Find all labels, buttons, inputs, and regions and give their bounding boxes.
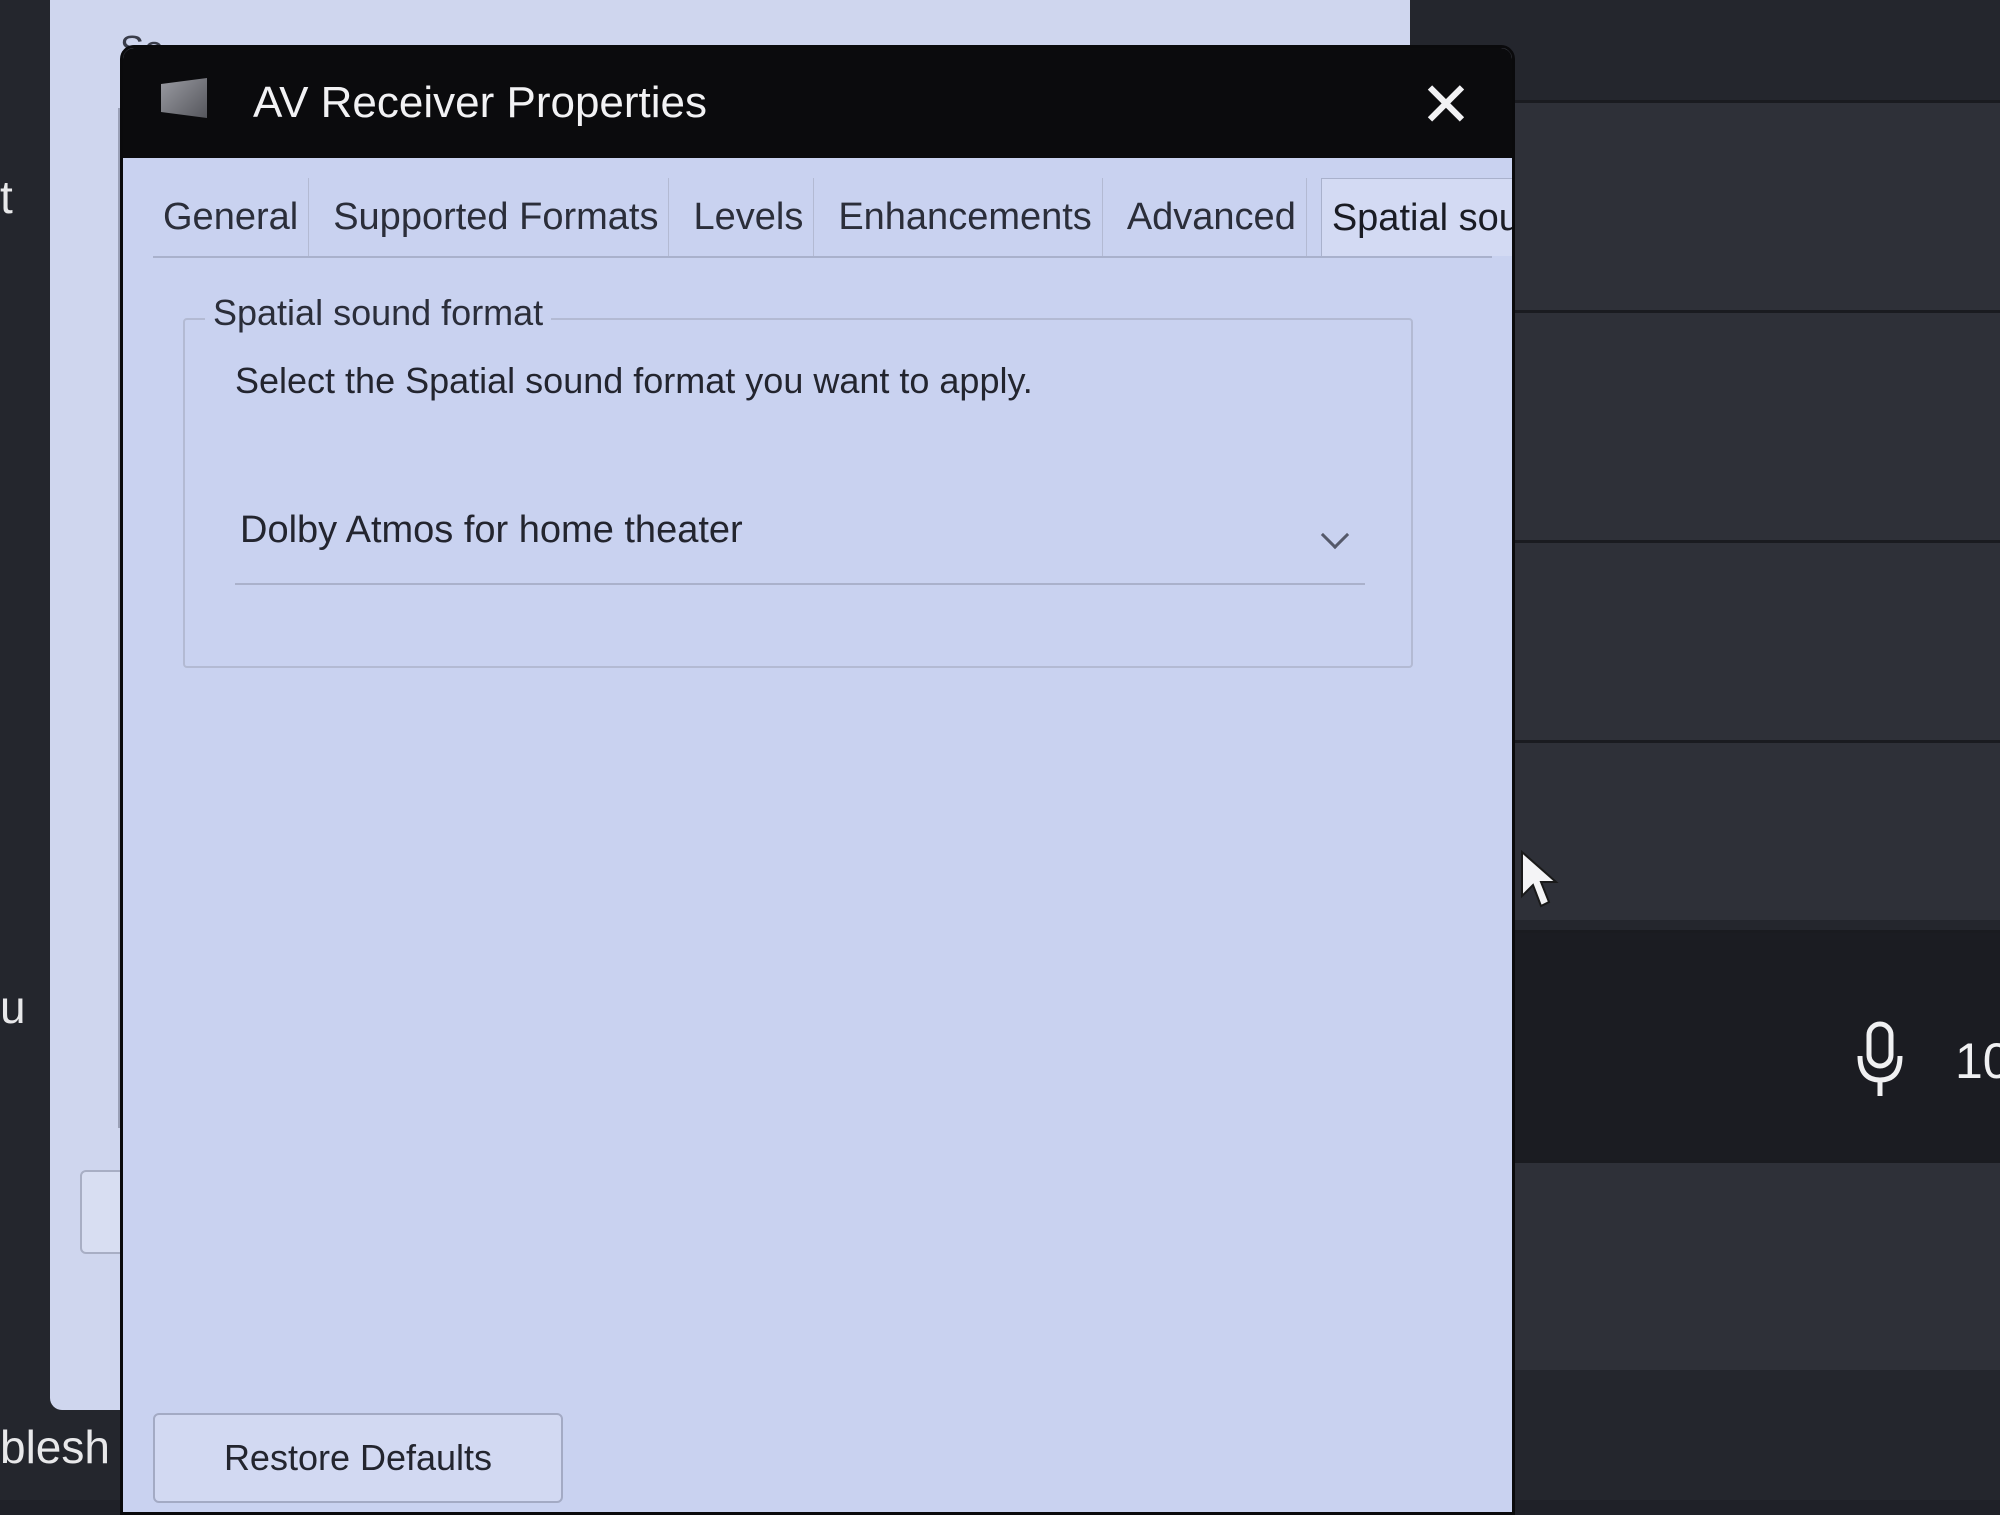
title-bar[interactable]: AV Receiver Properties ✕ — [123, 48, 1512, 158]
selected-format: Dolby Atmos for home theater — [240, 509, 743, 551]
background-text-fragment: blesh — [0, 1421, 110, 1473]
restore-defaults-button[interactable]: Restore Defaults — [153, 1413, 563, 1503]
background-text-fragment: t — [0, 171, 13, 223]
mouse-pointer-icon — [1521, 850, 1559, 908]
spatial-sound-format-group: Spatial sound format Select the Spatial … — [183, 292, 1413, 668]
tab-bar: General Supported Formats Levels Enhance… — [153, 178, 1512, 258]
background-text-fragment: u — [0, 981, 26, 1033]
tab-general[interactable]: General — [153, 178, 310, 256]
tab-levels[interactable]: Levels — [683, 178, 815, 256]
tab-supported-formats[interactable]: Supported Formats — [323, 178, 670, 256]
close-button[interactable]: ✕ — [1410, 70, 1482, 142]
dialog-title: AV Receiver Properties — [253, 78, 708, 127]
tab-enhancements[interactable]: Enhancements — [828, 178, 1103, 256]
speaker-device-icon — [161, 78, 207, 118]
volume-value: 10 — [1955, 1033, 2000, 1089]
av-receiver-properties-dialog: AV Receiver Properties ✕ General Support… — [120, 45, 1515, 1515]
tab-spatial-sound[interactable]: Spatial sound — [1320, 178, 1512, 256]
spatial-format-dropdown[interactable]: Dolby Atmos for home theater — [235, 495, 1365, 585]
chevron-down-icon — [1320, 520, 1350, 550]
microphone-icon[interactable] — [1855, 1020, 1905, 1100]
group-description: Select the Spatial sound format you want… — [235, 360, 1033, 401]
tab-advanced[interactable]: Advanced — [1117, 178, 1307, 256]
group-label: Spatial sound format — [205, 292, 552, 334]
